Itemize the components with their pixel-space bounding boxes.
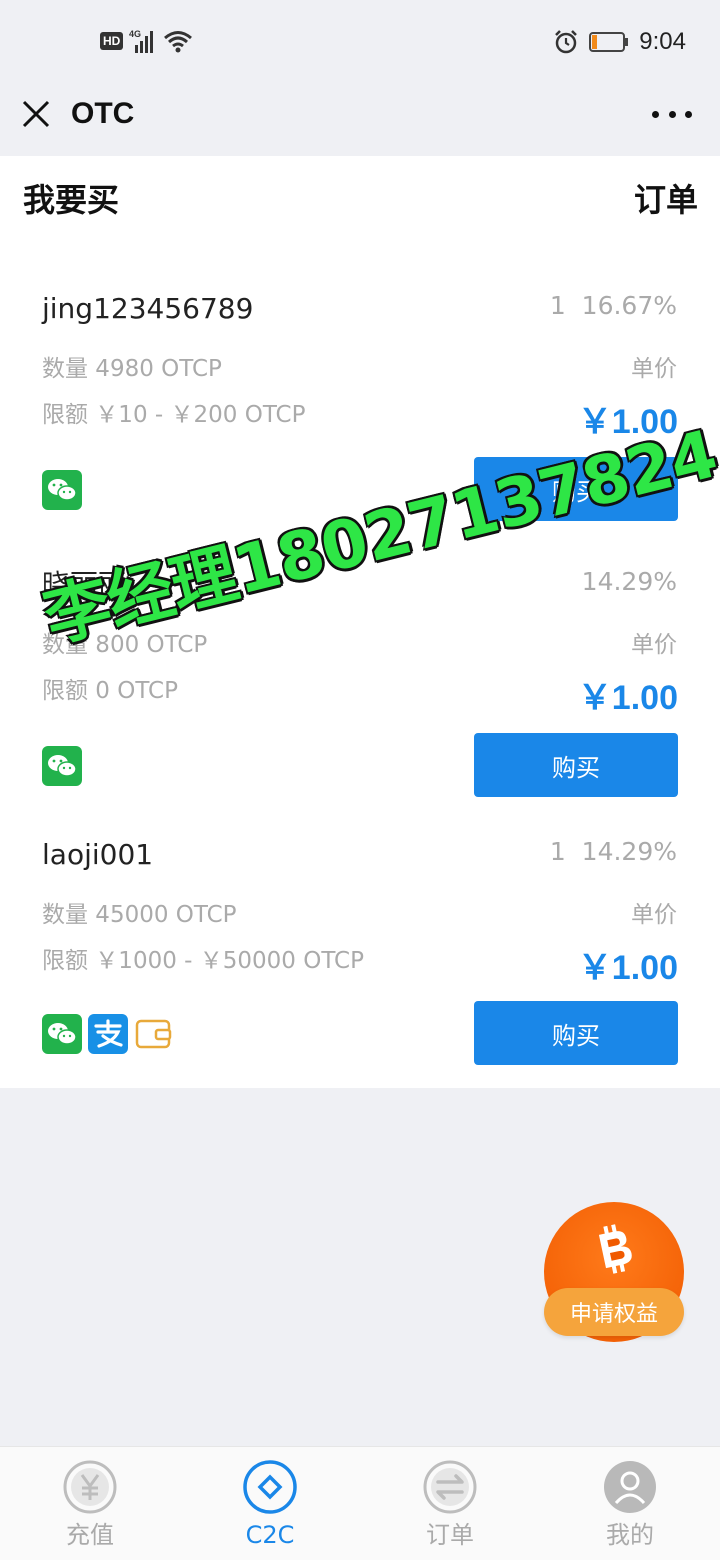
nav-item-orders[interactable]: 订单 (360, 1447, 540, 1560)
listing-card: laoji001 1 14.29% 数量 45000 OTCP 单价 限额 ￥1… (0, 832, 720, 1072)
limit: 限额 0 OTCP (42, 678, 178, 704)
wechat-pay-icon (42, 746, 82, 786)
orders-link[interactable]: 订单 (634, 180, 698, 220)
limit: 限额 ￥1000 - ￥50000 OTCP (42, 948, 364, 974)
payment-methods (42, 746, 82, 786)
alarm-clock-icon (555, 30, 578, 54)
battery-icon (589, 32, 629, 52)
status-bar: HD 4G 9:04 (0, 0, 720, 84)
unit-price-label: 单价 (631, 902, 677, 928)
wechat-pay-icon (42, 1014, 82, 1054)
buy-button[interactable]: 购买 (474, 1001, 678, 1065)
alipay-icon (88, 1014, 128, 1054)
diamond-circle-icon (243, 1460, 297, 1514)
payment-methods (42, 1014, 174, 1054)
limit: 限额 ￥10 - ￥200 OTCP (42, 402, 306, 428)
nav-label: C2C (245, 1521, 295, 1549)
dot-icon (685, 110, 692, 118)
bottom-nav: 充值 C2C 订单 我的 (0, 1446, 720, 1560)
completion-rate: 1 16.67% (549, 291, 677, 320)
unit-price-label: 单价 (631, 632, 677, 658)
nav-label: 订单 (426, 1521, 474, 1549)
apply-benefits-label[interactable]: 申请权益 (544, 1288, 684, 1336)
section-title: 我要买 (23, 181, 120, 219)
nav-label: 充值 (66, 1521, 114, 1549)
completion-rate: 1 14.29% (549, 837, 677, 866)
user-profile-icon (604, 1461, 656, 1513)
dot-icon (668, 110, 676, 118)
page-title: OTC (71, 97, 135, 130)
swap-arrows-icon (423, 1460, 477, 1514)
quantity: 数量 4980 OTCP (42, 356, 222, 382)
nav-item-c2c[interactable]: C2C (180, 1447, 360, 1560)
clock: 9:04 (639, 28, 686, 55)
dot-icon (652, 110, 659, 118)
price: ￥1.00 (577, 679, 678, 717)
svg-text:4G: 4G (129, 29, 141, 39)
unit-price-label: 单价 (631, 356, 677, 382)
wallet-icon (134, 1014, 174, 1054)
nav-item-profile[interactable]: 我的 (540, 1447, 720, 1560)
nav-label: 我的 (606, 1521, 654, 1549)
buy-button[interactable]: 购买 (474, 733, 678, 797)
wifi-icon (164, 31, 193, 53)
hd-badge: HD (100, 32, 124, 50)
price: ￥1.00 (577, 949, 678, 987)
seller-name: laoji001 (42, 838, 154, 871)
nav-item-recharge[interactable]: 充值 (0, 1447, 180, 1560)
completion-rate: 14.29% (581, 567, 677, 596)
status-left: HD 4G (100, 26, 193, 56)
quantity: 数量 45000 OTCP (42, 902, 237, 928)
payment-methods (42, 470, 82, 510)
close-icon[interactable] (18, 96, 54, 132)
more-options-button[interactable] (652, 96, 692, 132)
seller-name: jing123456789 (42, 292, 254, 325)
wechat-pay-icon (42, 470, 82, 510)
cellular-signal-icon: 4G (129, 29, 154, 53)
status-right: 9:04 (553, 26, 686, 58)
app-header: OTC (0, 84, 720, 156)
yen-circle-icon (63, 1460, 117, 1514)
bitcoin-icon (598, 1224, 632, 1274)
